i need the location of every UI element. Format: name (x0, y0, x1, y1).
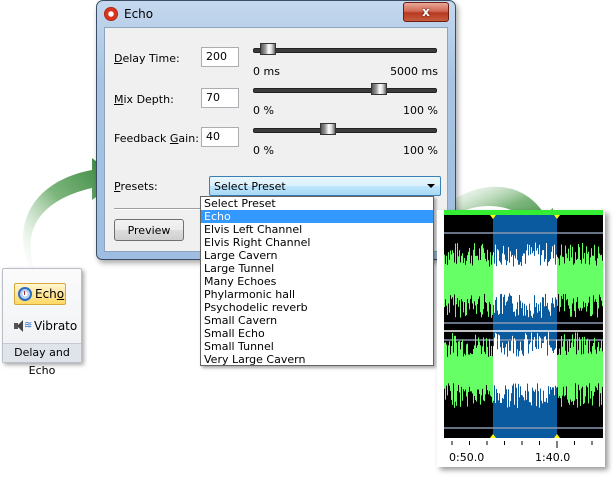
slider-thumb[interactable] (259, 43, 276, 55)
echo-ribbon-button[interactable]: Echo (14, 283, 66, 305)
feedback-min-label: 0 % (253, 144, 274, 157)
mix-depth-label: Mix Depth: (114, 93, 174, 106)
feedback-gain-label: Feedback Gain: (114, 132, 199, 145)
slider-thumb[interactable] (320, 123, 337, 135)
vibrato-ribbon-button[interactable]: ≋ Vibrato (14, 315, 77, 337)
preview-button[interactable]: Preview (114, 219, 184, 241)
echo-button-label: Echo (35, 287, 65, 301)
delay-time-input[interactable]: 200 (201, 47, 239, 67)
preset-option[interactable]: Echo (201, 210, 433, 223)
delay-max-label: 5000 ms (390, 65, 438, 78)
close-button[interactable]: x (403, 2, 449, 22)
delay-time-label: Delay Time: (114, 52, 180, 65)
preset-option[interactable]: Small Echo (201, 327, 433, 340)
time-label-start: 0:50.0 (449, 451, 485, 464)
feedback-gain-input[interactable]: 40 (201, 127, 239, 147)
vibrato-button-label: Vibrato (34, 319, 78, 333)
title-bar[interactable]: Echo x (97, 1, 455, 27)
presets-label: Presets: (114, 180, 158, 193)
preset-option[interactable]: Small Cavern (201, 314, 433, 327)
presets-dropdown-list: Select Preset Echo Elvis Left Channel Elvis… (200, 196, 434, 366)
chevron-down-icon[interactable] (427, 184, 435, 188)
mix-min-label: 0 % (253, 104, 274, 117)
preset-option[interactable]: Psychodelic reverb (201, 301, 433, 314)
mix-depth-slider[interactable] (253, 83, 437, 95)
slider-track (253, 128, 437, 133)
preset-option[interactable]: Elvis Right Channel (201, 236, 433, 249)
ribbon-group-delay-and-echo: Echo ≋ Vibrato Delay and Echo (2, 268, 82, 377)
time-label-mid: 1:40.0 (535, 451, 571, 464)
presets-combobox[interactable]: Select Preset (209, 176, 441, 196)
speaker-icon: ≋ (14, 319, 32, 333)
dialog-title: Echo (124, 7, 154, 21)
preset-option[interactable]: Select Preset (201, 197, 433, 210)
feedback-max-label: 100 % (403, 144, 438, 157)
mix-depth-input[interactable]: 70 (201, 88, 239, 108)
feedback-gain-slider[interactable] (253, 123, 437, 135)
close-icon: x (422, 5, 430, 19)
preset-option[interactable]: Small Tunnel (201, 340, 433, 353)
preset-option[interactable]: Phylarmonic hall (201, 288, 433, 301)
delay-time-slider[interactable] (253, 43, 437, 55)
ribbon-group-label: Delay and Echo (3, 343, 81, 377)
selection-region[interactable] (493, 215, 557, 438)
preset-option[interactable]: Large Cavern (201, 249, 433, 262)
presets-selected-value: Select Preset (214, 180, 286, 193)
separator (114, 208, 210, 210)
delay-min-label: 0 ms (253, 65, 280, 78)
slider-track (253, 48, 437, 53)
slider-track (253, 88, 437, 93)
mix-max-label: 100 % (403, 104, 438, 117)
waveform-display[interactable] (437, 210, 605, 467)
timeline-bar (444, 210, 603, 215)
slider-thumb[interactable] (370, 83, 387, 95)
record-icon (104, 7, 118, 21)
preset-option[interactable]: Elvis Left Channel (201, 223, 433, 236)
waveform-panel[interactable]: 0:50.0 1:40.0 (437, 210, 605, 467)
preset-option[interactable]: Many Echoes (201, 275, 433, 288)
echo-clock-icon (18, 287, 32, 301)
preset-option[interactable]: Very Large Cavern (201, 353, 433, 366)
preset-option[interactable]: Large Tunnel (201, 262, 433, 275)
